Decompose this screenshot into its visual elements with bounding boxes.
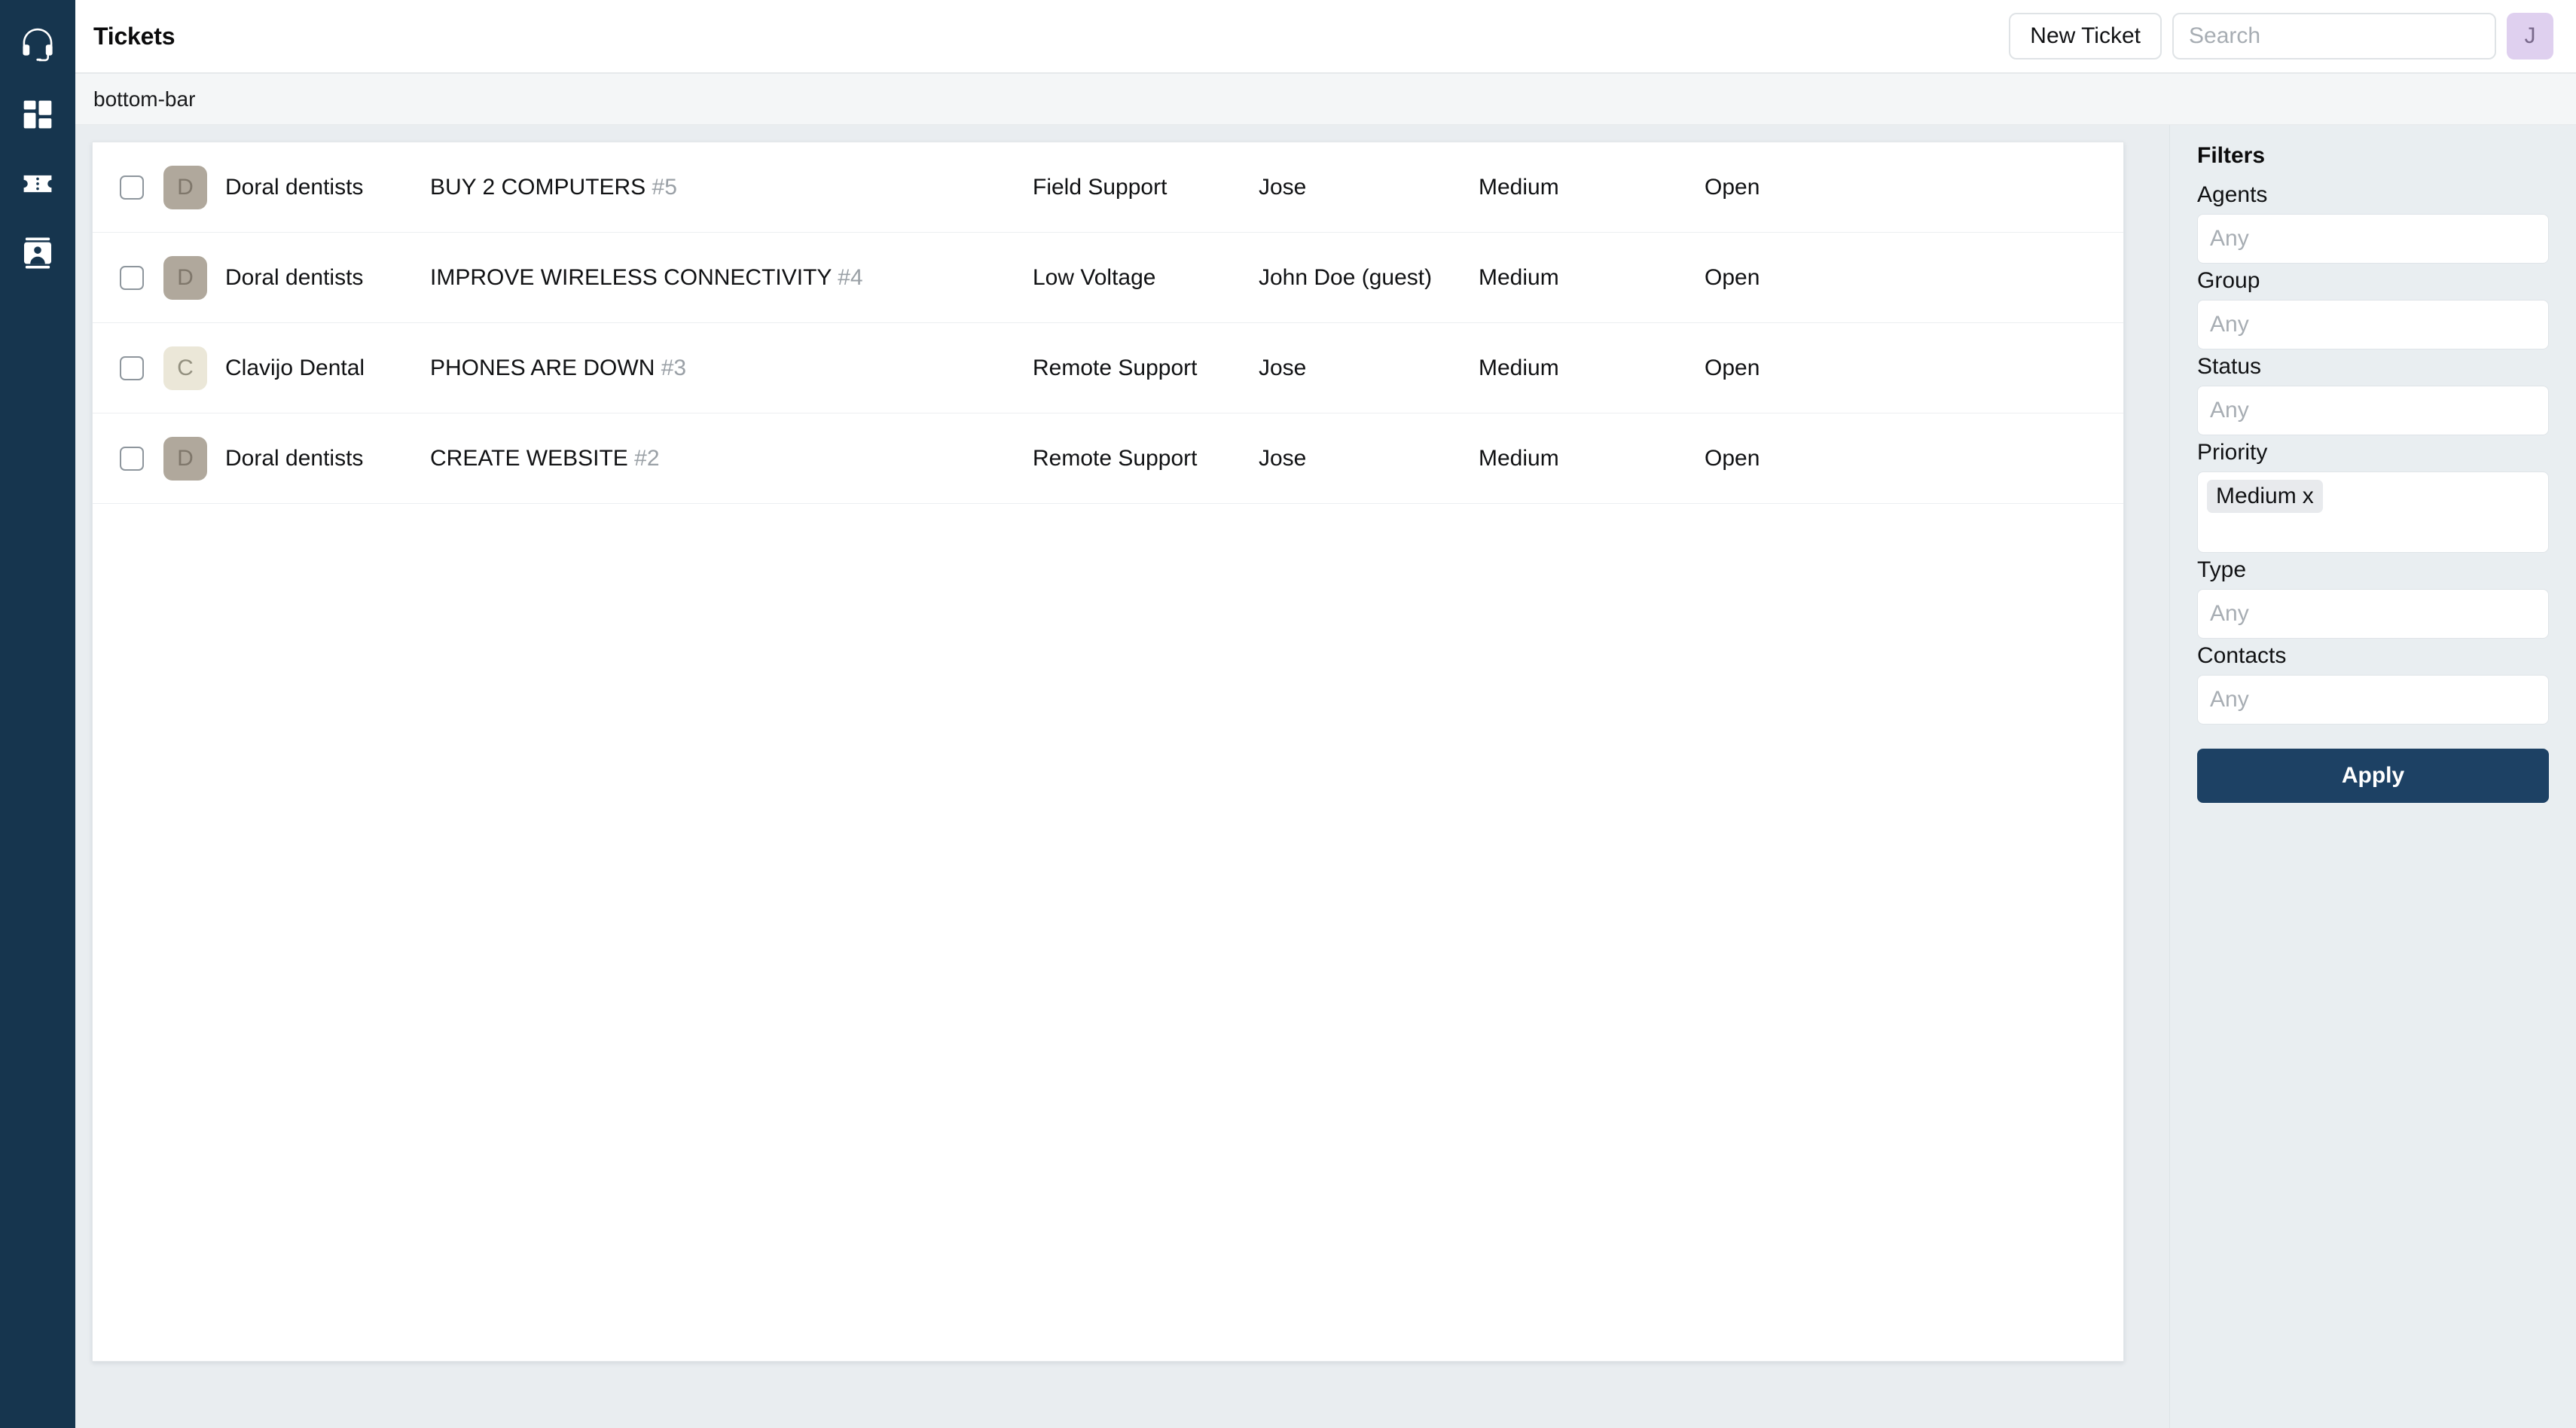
bottom-bar-strip: bottom-bar — [75, 74, 2576, 125]
cell-subject[interactable]: PHONES ARE DOWN #3 — [430, 355, 1033, 381]
filters-fields: Agents Group Status Priority Mediumx Type Cont… — [2197, 182, 2549, 725]
ticket-number: #3 — [661, 355, 687, 380]
table-row[interactable]: D Doral dentists BUY 2 COMPUTERS #5 Field S… — [93, 142, 2123, 233]
cell-agent: Jose — [1259, 355, 1307, 380]
filter-label: Type — [2197, 557, 2247, 582]
cell-priority: Medium — [1479, 445, 1559, 471]
company-avatar: D — [163, 255, 207, 300]
filter-input-group[interactable] — [2197, 300, 2549, 349]
filter-token-label: Medium — [2216, 484, 2297, 508]
filter-group: Priority Medium x — [2197, 440, 2549, 553]
main-column: Tickets New Ticket J bottom-bar D Doral d… — [75, 0, 2576, 1428]
cell-status: Open — [1705, 174, 1760, 200]
cell-subject[interactable]: CREATE WEBSITE #2 — [430, 446, 1033, 471]
company-avatar: D — [163, 436, 207, 481]
subject-text: PHONES ARE DOWN — [430, 355, 655, 380]
cell-status: Open — [1705, 445, 1760, 471]
filter-token: Medium x — [2207, 480, 2323, 513]
apply-filters-button[interactable]: Apply — [2197, 749, 2549, 803]
search-input[interactable] — [2172, 13, 2496, 60]
remove-token-icon[interactable]: x — [2303, 484, 2314, 509]
filter-group: Contacts — [2197, 643, 2549, 725]
cell-group: Remote Support — [1033, 355, 1198, 380]
filters-panel: Filters Agents Group Status Priority Mediumx… — [2169, 125, 2576, 1428]
sidebar — [0, 0, 75, 1428]
filter-input-status[interactable] — [2197, 386, 2549, 435]
contact-card-icon — [20, 236, 55, 270]
headset-icon — [20, 27, 56, 63]
sidebar-item-contacts[interactable] — [0, 218, 75, 288]
company-avatar: C — [163, 346, 207, 390]
ticket-number: #2 — [634, 445, 660, 471]
filter-input-contacts[interactable] — [2197, 675, 2549, 725]
new-ticket-button[interactable]: New Ticket — [2009, 13, 2162, 60]
filter-label: Status — [2197, 354, 2262, 379]
filter-token-box[interactable]: Medium x — [2197, 471, 2549, 553]
table-row[interactable]: D Doral dentists CREATE WEBSITE #2 Remote S… — [93, 413, 2123, 504]
row-select-checkbox[interactable] — [120, 355, 144, 380]
filter-group: Type — [2197, 557, 2549, 639]
cell-company: Doral dentists — [225, 445, 364, 471]
filter-group: Group — [2197, 268, 2549, 349]
row-select-checkbox[interactable] — [120, 265, 144, 290]
company-avatar: D — [163, 165, 207, 209]
sidebar-item-brand-headset[interactable] — [0, 11, 75, 80]
filter-group: Status — [2197, 354, 2549, 435]
user-avatar[interactable]: J — [2507, 13, 2553, 60]
app-root: Tickets New Ticket J bottom-bar D Doral d… — [0, 0, 2576, 1428]
cell-subject[interactable]: IMPROVE WIRELESS CONNECTIVITY #4 — [430, 265, 1033, 291]
bottom-bar-label: bottom-bar — [93, 87, 196, 111]
content-area: D Doral dentists BUY 2 COMPUTERS #5 Field S… — [75, 125, 2576, 1428]
table-row[interactable]: D Doral dentists IMPROVE WIRELESS CONNECTI… — [93, 233, 2123, 323]
subject-text: CREATE WEBSITE — [430, 445, 628, 471]
subject-text: BUY 2 COMPUTERS — [430, 174, 646, 200]
filters-title: Filters — [2197, 143, 2266, 168]
cell-company: Clavijo Dental — [225, 355, 365, 380]
cell-group: Field Support — [1033, 174, 1167, 200]
filter-label: Agents — [2197, 182, 2268, 207]
table-row[interactable]: C Clavijo Dental PHONES ARE DOWN #3 Remote … — [93, 323, 2123, 413]
filter-group: Agents — [2197, 182, 2549, 264]
cell-group: Low Voltage — [1033, 264, 1156, 290]
cell-agent: Jose — [1259, 174, 1307, 200]
cell-priority: Medium — [1479, 174, 1559, 200]
cell-priority: Medium — [1479, 264, 1559, 290]
cell-status: Open — [1705, 264, 1760, 290]
filter-label: Priority — [2197, 440, 2268, 465]
topbar-actions: New Ticket J — [2009, 13, 2553, 60]
cell-company: Doral dentists — [225, 174, 364, 200]
filter-label: Contacts — [2197, 643, 2287, 668]
cell-group: Remote Support — [1033, 445, 1198, 471]
cell-agent: John Doe (guest) — [1259, 264, 1433, 290]
row-select-checkbox[interactable] — [120, 175, 144, 200]
subject-text: IMPROVE WIRELESS CONNECTIVITY — [430, 264, 832, 290]
cell-agent: Jose — [1259, 445, 1307, 471]
cell-subject[interactable]: BUY 2 COMPUTERS #5 — [430, 175, 1033, 200]
page-title: Tickets — [93, 22, 175, 50]
ticket-icon — [20, 166, 55, 201]
filter-input-type[interactable] — [2197, 589, 2549, 639]
row-select-checkbox[interactable] — [120, 446, 144, 471]
ticket-number: #4 — [838, 264, 863, 290]
filter-input-agents[interactable] — [2197, 214, 2549, 264]
ticket-table-region: D Doral dentists BUY 2 COMPUTERS #5 Field S… — [75, 125, 2124, 1428]
cell-priority: Medium — [1479, 355, 1559, 380]
dashboard-grid-icon — [21, 98, 54, 131]
filter-label: Group — [2197, 268, 2260, 293]
sidebar-item-dashboard[interactable] — [0, 80, 75, 149]
cell-status: Open — [1705, 355, 1760, 380]
ticket-table: D Doral dentists BUY 2 COMPUTERS #5 Field S… — [92, 142, 2124, 1362]
topbar: Tickets New Ticket J — [75, 0, 2576, 74]
cell-company: Doral dentists — [225, 264, 364, 290]
sidebar-item-tickets[interactable] — [0, 149, 75, 218]
ticket-number: #5 — [652, 174, 677, 200]
